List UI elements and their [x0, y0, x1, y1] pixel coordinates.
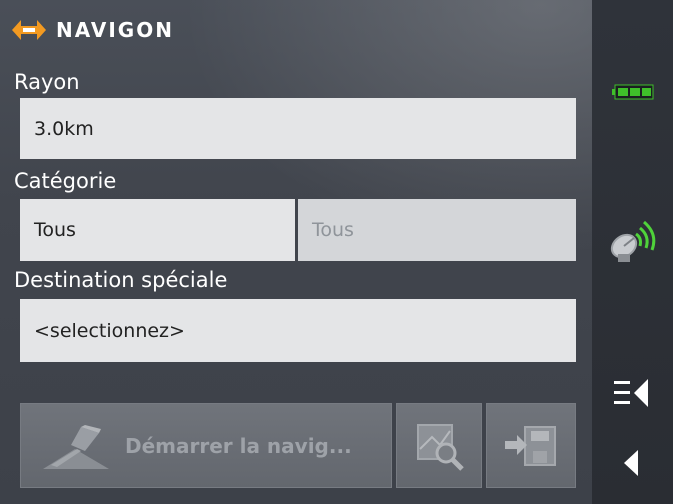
radius-field[interactable]: 3.0km — [20, 98, 576, 159]
show-on-map-button[interactable] — [396, 403, 482, 488]
navigation-start-icon — [43, 424, 109, 469]
menu-icon[interactable] — [614, 378, 654, 408]
radius-label: Rayon — [14, 70, 80, 94]
start-navigation-label: Démarrer la navig... — [125, 433, 352, 458]
main-panel: NAVIGON Rayon 3.0km Catégorie Tous Tous … — [0, 0, 592, 504]
poi-label: Destination spéciale — [14, 268, 228, 292]
subcategory-field[interactable]: Tous — [298, 199, 576, 261]
navigon-logo: NAVIGON — [12, 16, 174, 44]
poi-field[interactable]: <selectionnez> — [20, 299, 576, 362]
navigon-screen: NAVIGON Rayon 3.0km Catégorie Tous Tous … — [0, 0, 673, 504]
back-arrow-icon[interactable] — [622, 448, 642, 478]
save-destination-icon — [505, 425, 556, 466]
save-destination-button[interactable] — [486, 403, 576, 488]
navigon-logo-icon — [12, 20, 46, 40]
battery-icon — [612, 84, 654, 100]
category-label: Catégorie — [14, 169, 117, 193]
map-search-icon — [417, 423, 464, 471]
start-navigation-button[interactable]: Démarrer la navig... — [20, 403, 392, 488]
category-field[interactable]: Tous — [20, 199, 295, 261]
logo-text: NAVIGON — [56, 18, 174, 42]
status-sidebar — [592, 0, 673, 504]
gps-satellite-icon — [610, 220, 656, 262]
